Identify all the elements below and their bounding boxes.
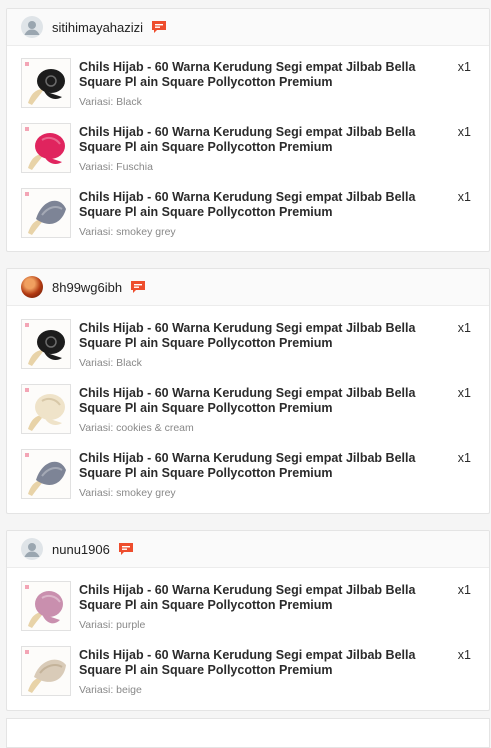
user-photo-avatar[interactable]	[21, 276, 43, 298]
order-card: 8h99wg6ibh Chils Hijab - 60 Warna Kerudu…	[6, 268, 490, 514]
item-variant: Variasi: Fuschia	[79, 161, 153, 173]
order-header: 8h99wg6ibh	[7, 269, 489, 306]
chat-icon[interactable]	[151, 20, 167, 34]
product-title[interactable]: Chils Hijab - 60 Warna Kerudung Segi emp…	[79, 583, 461, 613]
order-item[interactable]: Chils Hijab - 60 Warna Kerudung Segi emp…	[21, 123, 479, 175]
product-thumbnail[interactable]	[21, 58, 71, 108]
item-variant: Variasi: Black	[79, 357, 142, 369]
user-avatar-icon[interactable]	[21, 538, 43, 560]
order-card: sitihimayahazizi Chils Hijab - 60 Warna …	[6, 8, 490, 252]
order-item[interactable]: Chils Hijab - 60 Warna Kerudung Segi emp…	[21, 58, 479, 110]
product-title[interactable]: Chils Hijab - 60 Warna Kerudung Segi emp…	[79, 190, 461, 220]
item-quantity: x1	[457, 386, 471, 400]
item-variant: Variasi: smokey grey	[79, 487, 176, 499]
product-thumbnail[interactable]	[21, 188, 71, 238]
order-card-partial	[6, 718, 490, 748]
product-thumbnail[interactable]	[21, 449, 71, 499]
product-thumbnail[interactable]	[21, 581, 71, 631]
order-header: nunu1906	[7, 531, 489, 568]
product-title[interactable]: Chils Hijab - 60 Warna Kerudung Segi emp…	[79, 60, 461, 90]
item-variant: Variasi: beige	[79, 684, 142, 696]
item-quantity: x1	[457, 190, 471, 204]
product-title[interactable]: Chils Hijab - 60 Warna Kerudung Segi emp…	[79, 451, 461, 481]
item-quantity: x1	[457, 583, 471, 597]
product-thumbnail[interactable]	[21, 646, 71, 696]
chat-icon[interactable]	[130, 280, 146, 294]
item-quantity: x1	[457, 321, 471, 335]
product-thumbnail[interactable]	[21, 319, 71, 369]
product-title[interactable]: Chils Hijab - 60 Warna Kerudung Segi emp…	[79, 648, 461, 678]
order-item[interactable]: Chils Hijab - 60 Warna Kerudung Segi emp…	[21, 188, 479, 240]
product-title[interactable]: Chils Hijab - 60 Warna Kerudung Segi emp…	[79, 125, 461, 155]
order-item[interactable]: Chils Hijab - 60 Warna Kerudung Segi emp…	[21, 319, 479, 371]
username[interactable]: 8h99wg6ibh	[52, 280, 122, 295]
order-item[interactable]: Chils Hijab - 60 Warna Kerudung Segi emp…	[21, 581, 479, 633]
item-quantity: x1	[457, 60, 471, 74]
order-card: nunu1906 Chils Hijab - 60 Warna Kerudung…	[6, 530, 490, 711]
item-variant: Variasi: purple	[79, 619, 146, 631]
product-thumbnail[interactable]	[21, 123, 71, 173]
item-variant: Variasi: smokey grey	[79, 226, 176, 238]
product-title[interactable]: Chils Hijab - 60 Warna Kerudung Segi emp…	[79, 321, 461, 351]
item-quantity: x1	[457, 648, 471, 662]
chat-icon[interactable]	[118, 542, 134, 556]
item-quantity: x1	[457, 451, 471, 465]
username[interactable]: sitihimayahazizi	[52, 20, 143, 35]
order-item[interactable]: Chils Hijab - 60 Warna Kerudung Segi emp…	[21, 384, 479, 436]
item-variant: Variasi: Black	[79, 96, 142, 108]
order-item[interactable]: Chils Hijab - 60 Warna Kerudung Segi emp…	[21, 449, 479, 501]
user-avatar-icon[interactable]	[21, 16, 43, 38]
order-header: sitihimayahazizi	[7, 9, 489, 46]
item-variant: Variasi: cookies & cream	[79, 422, 194, 434]
username[interactable]: nunu1906	[52, 542, 110, 557]
product-title[interactable]: Chils Hijab - 60 Warna Kerudung Segi emp…	[79, 386, 461, 416]
product-thumbnail[interactable]	[21, 384, 71, 434]
order-item[interactable]: Chils Hijab - 60 Warna Kerudung Segi emp…	[21, 646, 479, 698]
item-quantity: x1	[457, 125, 471, 139]
